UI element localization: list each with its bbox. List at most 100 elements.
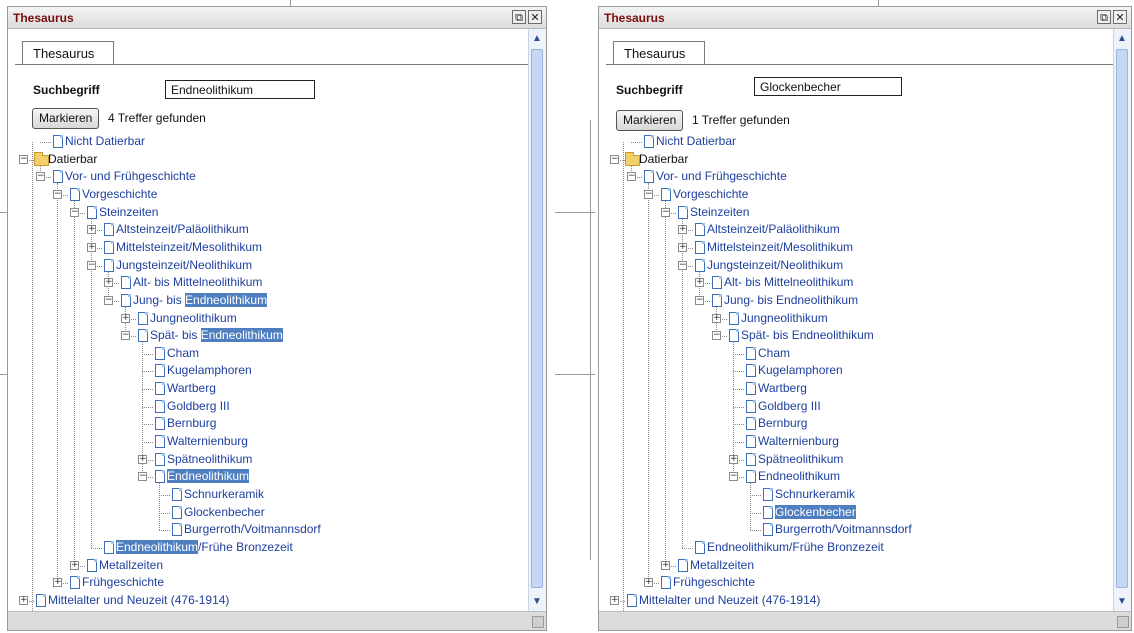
minus-box-icon[interactable]: − xyxy=(53,189,62,199)
tree-node-label[interactable]: Jungsteinzeit/Neolithikum xyxy=(707,258,843,273)
plus-box-icon[interactable]: + xyxy=(70,560,79,570)
tab-thesaurus[interactable]: Thesaurus xyxy=(22,41,114,65)
scrollbar-thumb[interactable] xyxy=(1116,49,1128,588)
tree-node-label[interactable]: Spätneolithikum xyxy=(758,452,843,467)
tree-node-label[interactable]: Nicht Datierbar xyxy=(65,134,145,149)
tree-node-label[interactable]: Mittelalter und Neuzeit (476-1914) xyxy=(48,593,229,608)
tree-node-label[interactable]: Schnurkeramik xyxy=(775,487,855,502)
minus-box-icon[interactable]: − xyxy=(661,207,670,217)
minus-box-icon[interactable]: − xyxy=(712,331,721,341)
mark-button[interactable]: Markieren xyxy=(32,108,100,129)
tree-node-label[interactable]: Cham xyxy=(758,346,790,361)
tree-node-label[interactable]: Glockenbecher xyxy=(184,505,265,520)
tree-node-label[interactable]: Frühgeschichte xyxy=(82,575,164,590)
minus-box-icon[interactable]: − xyxy=(695,295,704,305)
close-icon[interactable]: ✕ xyxy=(528,10,542,24)
tree-node-label[interactable]: Cham xyxy=(167,346,199,361)
plus-box-icon[interactable]: + xyxy=(610,595,619,605)
tree-node-label[interactable]: Burgerroth/Voitmannsdorf xyxy=(775,522,912,537)
plus-box-icon[interactable]: + xyxy=(695,278,704,288)
tree-node-label[interactable]: Frühgeschichte xyxy=(673,575,755,590)
minus-box-icon[interactable]: − xyxy=(627,172,636,182)
plus-box-icon[interactable]: + xyxy=(19,595,28,605)
tree-node-label[interactable]: Jungsteinzeit/Neolithikum xyxy=(116,258,252,273)
plus-box-icon[interactable]: + xyxy=(121,313,130,323)
tree-node-label[interactable]: Wartberg xyxy=(758,381,807,396)
restore-icon[interactable]: ⧉ xyxy=(1097,10,1111,24)
vertical-scrollbar[interactable]: ▲ ▼ xyxy=(1113,29,1131,612)
tree-node-label[interactable]: Kugelamphoren xyxy=(758,363,843,378)
close-icon[interactable]: ✕ xyxy=(1113,10,1127,24)
tree-node-label[interactable]: Spätneolithikum xyxy=(167,452,252,467)
tree-node-label[interactable]: Vor- und Frühgeschichte xyxy=(65,169,196,184)
plus-box-icon[interactable]: + xyxy=(644,578,653,588)
plus-box-icon[interactable]: + xyxy=(678,225,687,235)
minus-box-icon[interactable]: − xyxy=(138,472,147,482)
tab-thesaurus[interactable]: Thesaurus xyxy=(613,41,705,65)
search-input[interactable]: Endneolithikum xyxy=(165,80,315,99)
minus-box-icon[interactable]: − xyxy=(121,331,130,341)
minus-box-icon[interactable]: − xyxy=(729,472,738,482)
scrollbar-thumb[interactable] xyxy=(531,49,543,588)
tree-node-label[interactable]: Bernburg xyxy=(758,416,807,431)
tree-node-label[interactable]: Wartberg xyxy=(167,381,216,396)
tree-node-label[interactable]: Walternienburg xyxy=(167,434,248,449)
tree-node-label[interactable]: Alt- bis Mittelneolithikum xyxy=(133,275,262,290)
resize-grip-icon[interactable] xyxy=(1117,616,1129,628)
tree-node-label[interactable]: Nicht Datierbar xyxy=(656,134,736,149)
tree-node-label[interactable]: Kugelamphoren xyxy=(167,363,252,378)
tree-node-label[interactable]: Spät- bis Endneolithikum xyxy=(150,328,283,343)
arrow-down-icon[interactable]: ▼ xyxy=(529,594,545,610)
plus-box-icon[interactable]: + xyxy=(712,313,721,323)
resize-grip-icon[interactable] xyxy=(532,616,544,628)
tree-node-label[interactable]: Datierbar xyxy=(639,152,688,167)
minus-box-icon[interactable]: − xyxy=(104,295,113,305)
plus-box-icon[interactable]: + xyxy=(678,242,687,252)
tree-node-label[interactable]: Mittelsteinzeit/Mesolithikum xyxy=(707,240,853,255)
plus-box-icon[interactable]: + xyxy=(87,242,96,252)
vertical-scrollbar[interactable]: ▲ ▼ xyxy=(528,29,546,612)
tree-node-label[interactable]: Altsteinzeit/Paläolithikum xyxy=(707,222,840,237)
minus-box-icon[interactable]: − xyxy=(87,260,96,270)
tree-node-label[interactable]: Vorgeschichte xyxy=(82,187,157,202)
tree-node-label[interactable]: Endneolithikum xyxy=(167,469,250,484)
restore-icon[interactable]: ⧉ xyxy=(512,10,526,24)
tree-node-label[interactable]: Steinzeiten xyxy=(690,205,749,220)
tree-node-label[interactable]: Burgerroth/Voitmannsdorf xyxy=(184,522,321,537)
plus-box-icon[interactable]: + xyxy=(53,578,62,588)
minus-box-icon[interactable]: − xyxy=(610,154,619,164)
tree-node-label[interactable]: Steinzeiten xyxy=(99,205,158,220)
tree-node-label[interactable]: Walternienburg xyxy=(758,434,839,449)
plus-box-icon[interactable]: + xyxy=(104,278,113,288)
window-titlebar[interactable]: Thesaurus ⧉ ✕ xyxy=(599,7,1131,29)
tree-node-label[interactable]: Goldberg III xyxy=(758,399,821,414)
tree-node-label[interactable]: Vorgeschichte xyxy=(673,187,748,202)
tree-node-label[interactable]: Jung- bis Endneolithikum xyxy=(724,293,858,308)
tree-node-label[interactable]: Bernburg xyxy=(167,416,216,431)
tree-node-label[interactable]: Endneolithikum xyxy=(758,469,840,484)
plus-box-icon[interactable]: + xyxy=(138,454,147,464)
plus-box-icon[interactable]: + xyxy=(729,454,738,464)
tree-node-label[interactable]: Altsteinzeit/Paläolithikum xyxy=(116,222,249,237)
tree-node-label[interactable]: Endneolithikum/Frühe Bronzezeit xyxy=(116,539,293,555)
arrow-up-icon[interactable]: ▲ xyxy=(1114,31,1130,47)
search-input[interactable]: Glockenbecher xyxy=(754,77,902,96)
minus-box-icon[interactable]: − xyxy=(678,260,687,270)
tree-node-label[interactable]: Metallzeiten xyxy=(99,558,163,573)
tree-node-label[interactable]: Endneolithikum/Frühe Bronzezeit xyxy=(707,540,884,555)
tree-node-label[interactable]: Jungneolithikum xyxy=(741,311,828,326)
mark-button[interactable]: Markieren xyxy=(616,110,684,131)
tree-node-label[interactable]: Jung- bis Endneolithikum xyxy=(133,292,268,308)
tree-node-label[interactable]: Jungneolithikum xyxy=(150,311,237,326)
window-titlebar[interactable]: Thesaurus ⧉ ✕ xyxy=(8,7,546,29)
tree-node-label[interactable]: Schnurkeramik xyxy=(184,487,264,502)
minus-box-icon[interactable]: − xyxy=(36,172,45,182)
minus-box-icon[interactable]: − xyxy=(644,189,653,199)
tree-node-label[interactable]: Glockenbecher xyxy=(775,504,856,520)
arrow-up-icon[interactable]: ▲ xyxy=(529,31,545,47)
tree-node-label[interactable]: Spät- bis Endneolithikum xyxy=(741,328,874,343)
arrow-down-icon[interactable]: ▼ xyxy=(1114,594,1130,610)
tree-node-label[interactable]: Vor- und Frühgeschichte xyxy=(656,169,787,184)
tree-node-label[interactable]: Alt- bis Mittelneolithikum xyxy=(724,275,853,290)
tree-node-label[interactable]: Mittelsteinzeit/Mesolithikum xyxy=(116,240,262,255)
